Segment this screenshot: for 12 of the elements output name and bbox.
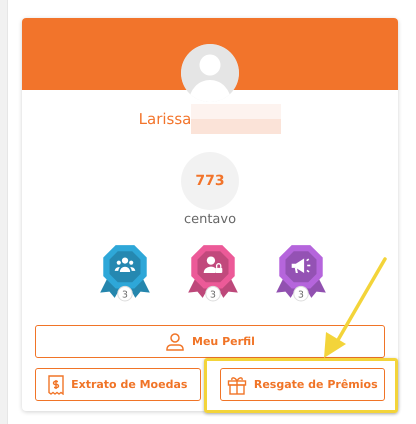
badge-count: 3 bbox=[298, 289, 304, 300]
badge-count: 3 bbox=[210, 289, 216, 300]
user-icon bbox=[165, 332, 186, 352]
rewards-button[interactable]: Resgate de Prêmios bbox=[220, 368, 385, 401]
gift-icon bbox=[226, 374, 247, 394]
coin-count: 773 bbox=[181, 152, 239, 210]
statement-button[interactable]: Extrato de Moedas bbox=[35, 368, 200, 401]
profile-button[interactable]: Meu Perfil bbox=[35, 325, 385, 358]
coin-unit: centavo bbox=[182, 212, 238, 227]
receipt-dollar-icon bbox=[48, 374, 64, 394]
badge-count: 3 bbox=[122, 289, 128, 300]
user-name: Larissa bbox=[138, 110, 192, 128]
